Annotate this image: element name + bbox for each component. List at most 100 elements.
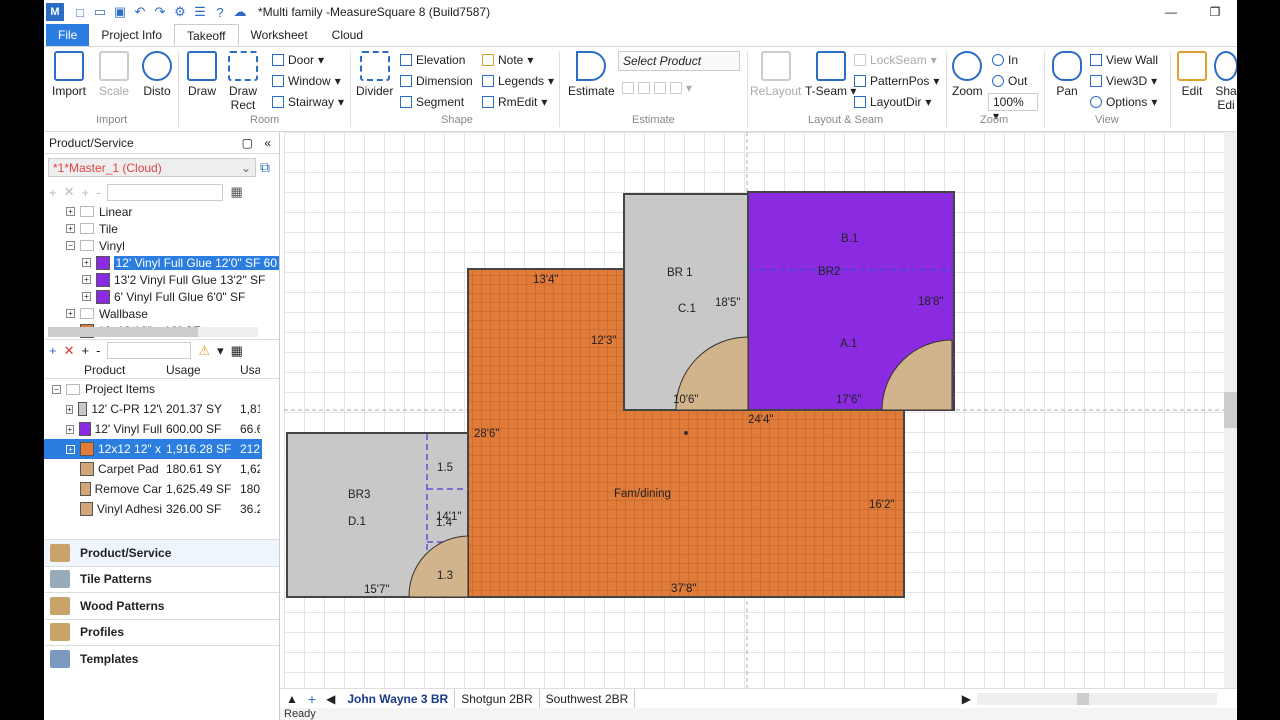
tree-item[interactable]: − Vinyl (44, 237, 279, 254)
gear-icon[interactable] (670, 82, 682, 94)
expand-icon[interactable]: + (82, 185, 90, 200)
chevron-down-icon[interactable]: ▾ (217, 343, 224, 359)
expand-icon[interactable]: + (66, 444, 75, 454)
tseam-button[interactable]: T-Seam ▾ (805, 51, 856, 98)
horizontal-scrollbar[interactable] (977, 692, 1217, 705)
restore-button[interactable]: ❐ (1193, 0, 1237, 24)
tree-horizontal-scrollbar[interactable] (48, 327, 258, 337)
tree-item[interactable]: +6' Vinyl Full Glue 6'0" SF (44, 288, 279, 305)
redo-icon[interactable]: ↷ (152, 4, 168, 20)
vertical-scrollbar[interactable] (1224, 132, 1237, 690)
disto-button[interactable]: Disto (142, 51, 172, 98)
collapse-all-icon[interactable]: - (96, 185, 100, 200)
tree-item[interactable]: + Linear (44, 203, 279, 220)
column-usage2[interactable]: Usa (240, 363, 260, 377)
grid-group-row[interactable]: − Project Items (44, 379, 262, 399)
drawing-canvas[interactable]: 13'4" 12'3" 28'6" 16'2" 37'8" 24'4" Fam/… (284, 132, 1224, 690)
collapse-icon[interactable]: « (264, 136, 271, 150)
view-wall-button[interactable]: View Wall (1090, 53, 1158, 67)
expand-icon[interactable]: + (66, 424, 74, 434)
next-sheet-icon[interactable]: ▶ (956, 692, 977, 706)
tab-takeoff[interactable]: Takeoff (174, 24, 239, 46)
edit-button[interactable]: Edit (1177, 51, 1207, 98)
zoom-level-select[interactable]: 100% ▾ (988, 93, 1038, 123)
door-button[interactable]: Door ▾ (272, 53, 324, 67)
relayout-button[interactable]: ReLayout (750, 51, 801, 98)
table-row-selected[interactable]: +12x12 12" x1,916.28 SF212. (44, 439, 262, 459)
nav-product-service[interactable]: Product/Service (44, 539, 279, 566)
warning-icon[interactable]: ⚠ (198, 343, 210, 359)
table-row[interactable]: +12' Vinyl Full600.00 SF66.6 (44, 419, 262, 439)
undo-icon[interactable]: ↶ (132, 4, 148, 20)
minimize-button[interactable]: — (1149, 0, 1193, 24)
draw-button[interactable]: Draw (187, 51, 217, 98)
table-row[interactable]: Carpet Pad180.61 SY1,62 (44, 459, 262, 479)
add-icon[interactable]: + (49, 185, 57, 200)
add-icon[interactable]: + (49, 343, 57, 358)
floor-plan[interactable] (284, 132, 1224, 690)
window-button[interactable]: Window ▾ (272, 74, 341, 88)
prev-sheet-icon[interactable]: ◀ (320, 692, 341, 706)
expand-icon[interactable]: + (66, 404, 73, 414)
pin-icon[interactable]: ▢ (242, 136, 253, 150)
tab-project-info[interactable]: Project Info (89, 24, 174, 46)
table-row[interactable]: +12' C-PR 12'\201.37 SY1,81 (44, 399, 262, 419)
collapse-icon[interactable]: − (66, 241, 75, 250)
collapse-icon[interactable]: − (52, 384, 61, 394)
scrollbar-thumb[interactable] (1077, 692, 1089, 705)
zoom-in-button[interactable]: In (992, 53, 1018, 67)
expand-icon[interactable]: + (66, 207, 75, 216)
expand-icon[interactable]: + (66, 224, 75, 233)
grid-search-input[interactable] (107, 342, 192, 359)
legends-button[interactable]: Legends ▾ (482, 74, 554, 88)
sheet-tab-shotgun[interactable]: Shotgun 2BR (455, 688, 540, 709)
master-dropdown[interactable]: *1*Master_1 (Cloud) ⌄ (48, 158, 256, 177)
options-button[interactable]: Options ▾ (1090, 95, 1157, 109)
nav-profiles[interactable]: Profiles (44, 618, 279, 645)
delete-icon[interactable]: ✕ (64, 343, 75, 359)
scroll-up-icon[interactable]: ▲ (280, 692, 304, 706)
tree-item[interactable]: + Tile (44, 220, 279, 237)
tree-item[interactable]: +13'2 Vinyl Full Glue 13'2" SF (44, 271, 279, 288)
lockseam-button[interactable]: LockSeam ▾ (854, 53, 937, 67)
expand-icon[interactable]: + (82, 343, 90, 358)
table-row[interactable]: Vinyl Adhesi326.00 SF36.2 (44, 499, 262, 519)
sheet-tab-john-wayne[interactable]: John Wayne 3 BR (341, 688, 456, 709)
list-icon[interactable]: ☰ (192, 4, 208, 20)
expand-icon[interactable]: + (82, 275, 91, 284)
open-icon[interactable]: ▭ (92, 4, 108, 20)
stairway-button[interactable]: Stairway ▾ (272, 95, 344, 109)
zoom-out-button[interactable]: Out (992, 74, 1027, 88)
expand-icon[interactable]: + (82, 292, 91, 301)
divider-button[interactable]: Divider (356, 51, 393, 98)
play-icon[interactable] (622, 82, 634, 94)
column-product[interactable]: Product (44, 363, 162, 377)
estimate-button[interactable]: Estimate (568, 51, 615, 98)
collapse-all-icon[interactable]: - (96, 343, 100, 358)
column-usage[interactable]: Usage (162, 363, 240, 377)
step-icon[interactable] (638, 82, 650, 94)
patternpos-button[interactable]: PatternPos ▾ (854, 74, 939, 88)
expand-icon[interactable]: + (66, 309, 75, 318)
delete-icon[interactable]: ✕ (64, 184, 75, 200)
draw-rect-button[interactable]: Draw Rect (228, 51, 258, 112)
cloud-icon[interactable]: ☁ (232, 4, 248, 20)
tab-cloud[interactable]: Cloud (320, 24, 375, 46)
pan-button[interactable]: Pan (1052, 51, 1082, 98)
zoom-button[interactable]: Zoom (952, 51, 983, 98)
segment-button[interactable]: Segment (400, 95, 464, 109)
help-icon[interactable]: ? (212, 4, 228, 20)
scale-button[interactable]: Scale (99, 51, 129, 98)
scrollbar-thumb[interactable] (48, 327, 198, 337)
sync-icon[interactable]: ⧉ (260, 159, 270, 176)
table-row[interactable]: Remove Car1,625.49 SF180. (44, 479, 262, 499)
new-file-icon[interactable]: □ (72, 4, 88, 20)
view3d-button[interactable]: View3D ▾ (1090, 74, 1157, 88)
scrollbar-thumb[interactable] (1224, 392, 1237, 428)
save-icon[interactable]: ▣ (112, 4, 128, 20)
expand-icon[interactable]: + (82, 258, 91, 267)
nav-tile-patterns[interactable]: Tile Patterns (44, 565, 279, 592)
tree-search-input[interactable] (107, 183, 224, 201)
app-icon[interactable]: M (46, 3, 64, 21)
grid-view-icon[interactable]: ▦ (230, 184, 242, 200)
